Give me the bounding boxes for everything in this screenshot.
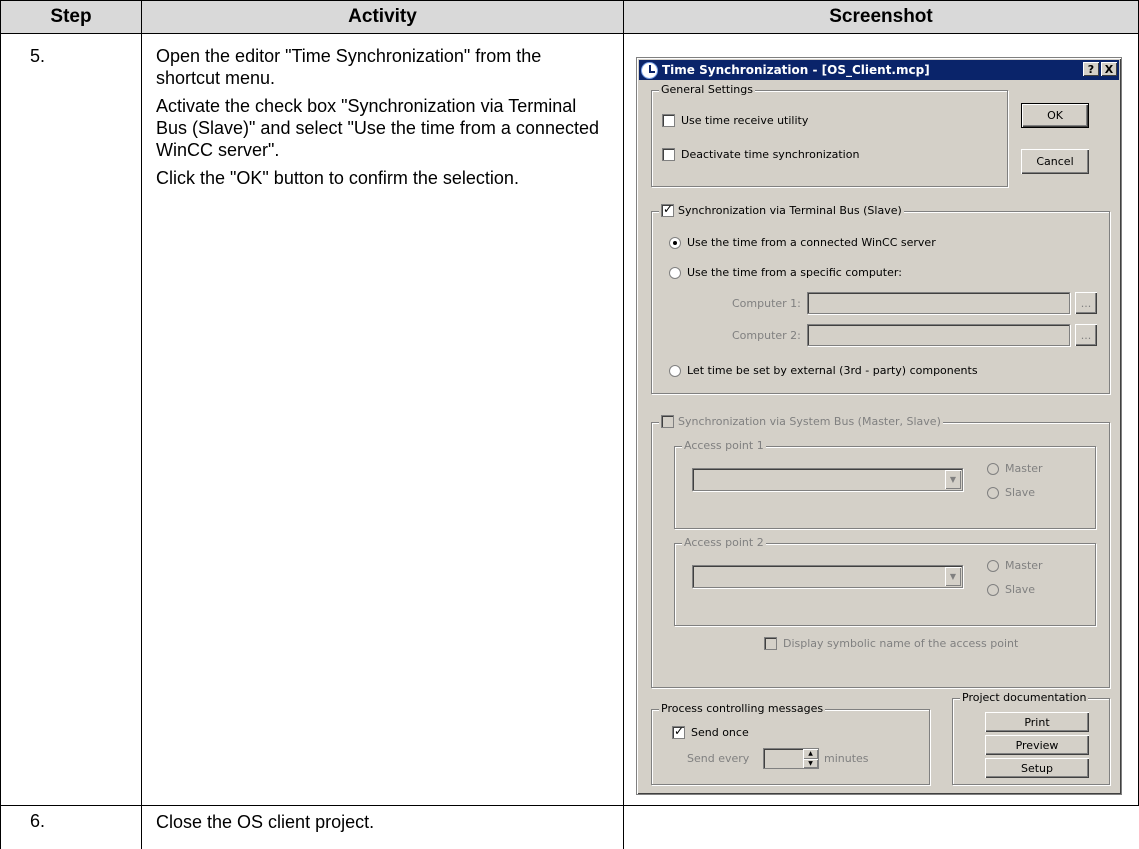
cancel-button[interactable]: Cancel xyxy=(1021,149,1089,174)
activity-cell: Open the editor "Time Synchronization" f… xyxy=(141,33,624,806)
preview-button[interactable]: Preview xyxy=(985,735,1089,755)
computer1-label: Computer 1: xyxy=(732,297,801,310)
print-button[interactable]: Print xyxy=(985,712,1089,732)
activity-paragraph: Close the OS client project. xyxy=(156,812,375,832)
send-once-option[interactable]: Send once xyxy=(672,724,749,739)
terminal-bus-header[interactable]: Synchronization via Terminal Bus (Slave) xyxy=(659,202,904,217)
activity-paragraph: Open the editor "Time Synchronization" f… xyxy=(156,46,542,88)
computer1-browse-button[interactable]: ... xyxy=(1075,292,1097,314)
computer1-input[interactable] xyxy=(807,292,1070,314)
access-point-1-group: Access point 1 ▼ Master Slave xyxy=(674,439,1096,529)
display-symbolic-label: Display symbolic name of the access poin… xyxy=(783,637,1019,650)
computer2-browse-button[interactable]: ... xyxy=(1075,324,1097,346)
access-point-2-label: Access point 2 xyxy=(682,536,766,549)
ok-button[interactable]: OK xyxy=(1021,103,1089,128)
ap2-slave-label: Slave xyxy=(1005,583,1036,596)
project-doc-group: Project documentation Print Preview Setu… xyxy=(952,691,1110,785)
system-bus-group: Synchronization via System Bus (Master, … xyxy=(651,415,1110,688)
computer2-label: Computer 2: xyxy=(732,329,801,342)
system-bus-label: Synchronization via System Bus (Master, … xyxy=(678,415,941,428)
access-point-2-group: Access point 2 ▼ Master Slave xyxy=(674,536,1096,626)
specific-computer-radio[interactable] xyxy=(669,266,681,279)
send-once-checkbox[interactable] xyxy=(672,724,685,739)
process-messages-label: Process controlling messages xyxy=(659,702,826,715)
deactivate-label: Deactivate time synchronization xyxy=(681,148,860,161)
ap1-master-label: Master xyxy=(1005,462,1043,475)
chevron-down-icon[interactable]: ▼ xyxy=(945,470,961,489)
chevron-down-icon[interactable]: ▼ xyxy=(945,567,961,586)
terminal-bus-group: Synchronization via Terminal Bus (Slave)… xyxy=(651,202,1110,394)
system-bus-header[interactable]: Synchronization via System Bus (Master, … xyxy=(659,415,943,428)
dialog-title: Time Synchronization - [OS_Client.mcp] xyxy=(662,63,930,77)
time-sync-dialog: Time Synchronization - [OS_Client.mcp] ?… xyxy=(636,57,1122,795)
use-time-receive-label: Use time receive utility xyxy=(681,114,809,127)
deactivate-checkbox[interactable] xyxy=(662,148,675,161)
help-button[interactable]: ? xyxy=(1083,62,1099,76)
dialog-titlebar: Time Synchronization - [OS_Client.mcp] ?… xyxy=(639,60,1119,80)
spin-down-icon[interactable]: ▼ xyxy=(803,759,818,769)
send-once-label: Send once xyxy=(691,726,749,739)
display-symbolic-checkbox[interactable] xyxy=(764,637,777,650)
header-screenshot: Screenshot xyxy=(623,0,1139,34)
ap1-slave-option[interactable]: Slave xyxy=(987,486,1035,499)
specific-computer-label: Use the time from a specific computer: xyxy=(687,266,902,279)
deactivate-option[interactable]: Deactivate time synchronization xyxy=(662,148,859,161)
terminal-bus-checkbox[interactable] xyxy=(661,202,674,217)
access-point-1-label: Access point 1 xyxy=(682,439,766,452)
activity-paragraph: Activate the check box "Synchronization … xyxy=(156,96,599,160)
header-activity: Activity xyxy=(141,0,624,34)
activity-cell: Close the OS client project. xyxy=(141,805,624,849)
general-settings-group: General Settings Use time receive utilit… xyxy=(651,83,1008,187)
ap1-master-radio[interactable] xyxy=(987,462,999,475)
header-step: Step xyxy=(0,0,142,34)
general-settings-label: General Settings xyxy=(659,83,755,96)
minutes-label: minutes xyxy=(824,752,869,765)
send-every-label: Send every xyxy=(687,752,750,765)
ap2-master-radio[interactable] xyxy=(987,559,999,572)
use-time-receive-option[interactable]: Use time receive utility xyxy=(662,114,808,127)
ap2-master-option[interactable]: Master xyxy=(987,559,1043,572)
ap2-slave-option[interactable]: Slave xyxy=(987,583,1035,596)
process-messages-group: Process controlling messages Send once S… xyxy=(651,702,930,785)
access-point-2-dropdown[interactable]: ▼ xyxy=(692,565,963,588)
ap1-slave-label: Slave xyxy=(1005,486,1036,499)
close-button[interactable]: X xyxy=(1101,62,1117,76)
display-symbolic-option[interactable]: Display symbolic name of the access poin… xyxy=(764,637,1018,650)
step-number: 5. xyxy=(0,33,142,806)
terminal-bus-label: Synchronization via Terminal Bus (Slave) xyxy=(678,204,902,217)
spin-up-icon[interactable]: ▲ xyxy=(803,749,818,759)
external-radio[interactable] xyxy=(669,364,681,377)
system-bus-checkbox[interactable] xyxy=(661,415,674,428)
send-every-spinner[interactable]: ▲ ▼ xyxy=(763,748,819,769)
access-point-1-dropdown[interactable]: ▼ xyxy=(692,468,963,491)
use-time-receive-checkbox[interactable] xyxy=(662,114,675,127)
ap1-slave-radio[interactable] xyxy=(987,486,999,499)
step-number: 6. xyxy=(0,805,142,849)
computer2-input[interactable] xyxy=(807,324,1070,346)
winccserver-label: Use the time from a connected WinCC serv… xyxy=(687,236,936,249)
external-option[interactable]: Let time be set by external (3rd - party… xyxy=(669,364,978,377)
ap1-master-option[interactable]: Master xyxy=(987,462,1043,475)
project-doc-label: Project documentation xyxy=(960,691,1089,704)
activity-paragraph: Click the "OK" button to confirm the sel… xyxy=(156,168,519,188)
setup-button[interactable]: Setup xyxy=(985,758,1089,778)
clock-icon xyxy=(641,61,658,79)
winccserver-radio[interactable] xyxy=(669,236,681,249)
specific-computer-option[interactable]: Use the time from a specific computer: xyxy=(669,266,902,279)
ap2-master-label: Master xyxy=(1005,559,1043,572)
ap2-slave-radio[interactable] xyxy=(987,583,999,596)
winccserver-option[interactable]: Use the time from a connected WinCC serv… xyxy=(669,236,936,249)
external-label: Let time be set by external (3rd - party… xyxy=(687,364,978,377)
